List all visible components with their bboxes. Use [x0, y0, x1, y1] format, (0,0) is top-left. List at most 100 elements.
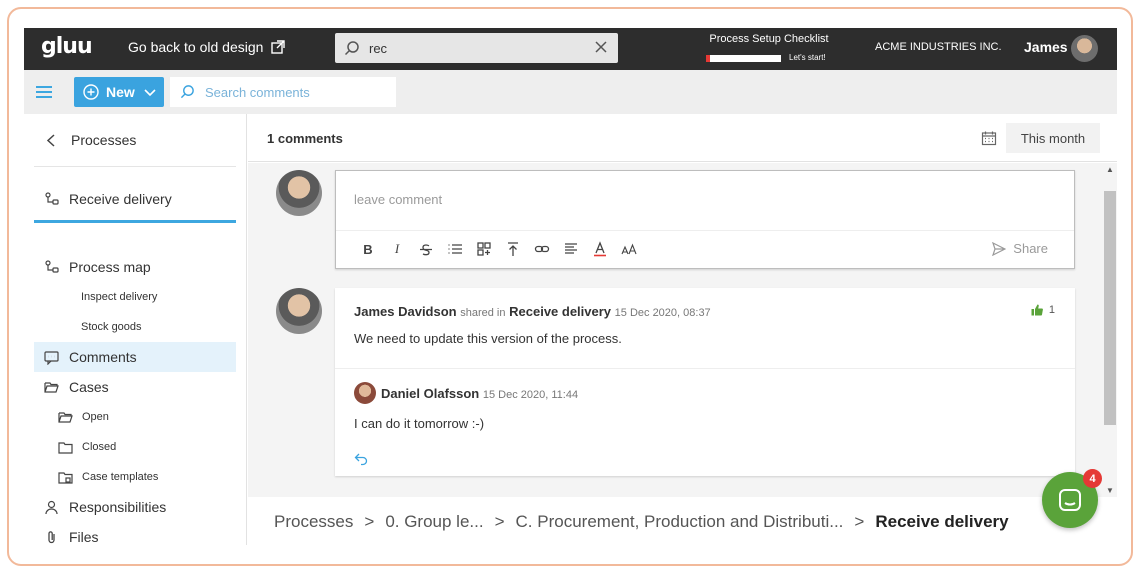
checklist-cta[interactable]: Let's start!	[789, 53, 826, 62]
scroll-down-arrow[interactable]: ▼	[1106, 486, 1114, 495]
chat-launcher[interactable]: 4	[1042, 469, 1102, 528]
breadcrumb-separator: >	[854, 512, 865, 531]
company-name[interactable]: ACME INDUSTRIES INC.	[875, 41, 1002, 53]
comment-feed[interactable]: leave comment B I Share James Davidson s…	[248, 163, 1117, 497]
folder-open-icon	[44, 381, 59, 393]
feed-scrollbar[interactable]: ▲ ▼	[1103, 163, 1117, 497]
chevron-down-icon	[144, 89, 156, 97]
sidebar-item-case-templates[interactable]: Case templates	[34, 462, 236, 492]
breadcrumb-item[interactable]: C. Procurement, Production and Distribut…	[516, 512, 844, 532]
comment-shared-in: shared in	[460, 307, 506, 319]
reply-text: I can do it tomorrow :-)	[354, 416, 485, 431]
new-button[interactable]: New	[74, 77, 164, 107]
sidebar-item-label: Responsibilities	[69, 499, 167, 515]
sidebar-item-label: Stock goods	[81, 321, 142, 333]
top-bar: gluu Go back to old design rec Process S…	[24, 28, 1117, 70]
scrollbar-thumb[interactable]	[1104, 191, 1116, 425]
sidebar-item-comments[interactable]: Comments	[34, 342, 236, 372]
reply-author[interactable]: Daniel Olafsson	[381, 386, 479, 401]
list-icon[interactable]	[447, 240, 463, 258]
current-user-avatar	[276, 170, 322, 216]
comment-timestamp: 15 Dec 2020, 08:37	[614, 307, 711, 319]
font-size-icon[interactable]	[621, 240, 637, 258]
share-button[interactable]: Share	[992, 241, 1048, 256]
calendar-icon[interactable]	[981, 130, 997, 146]
comment-search-input[interactable]: Search comments	[205, 85, 310, 100]
chevron-left-icon	[46, 133, 55, 147]
comment-header: James Davidson shared in Receive deliver…	[354, 304, 711, 319]
search-icon	[180, 85, 194, 99]
bold-button[interactable]: B	[360, 240, 376, 258]
search-icon	[344, 41, 359, 56]
sidebar-item-label: Inspect delivery	[81, 291, 158, 303]
sidebar-item-open-cases[interactable]: Open	[34, 402, 236, 432]
app-logo[interactable]: gluu	[41, 34, 93, 59]
sidebar-item-label: Files	[69, 529, 99, 545]
reply-author-avatar	[354, 382, 376, 404]
action-bar: New Search comments	[24, 70, 1117, 114]
menu-icon[interactable]	[36, 86, 52, 98]
reply-header: Daniel Olafsson 15 Dec 2020, 11:44	[381, 386, 578, 401]
folder-template-icon	[58, 471, 73, 484]
sidebar-item-receive-delivery[interactable]: Receive delivery	[34, 184, 236, 214]
period-filter[interactable]: This month	[1006, 123, 1100, 153]
comment-card: James Davidson shared in Receive deliver…	[335, 288, 1075, 476]
align-left-icon[interactable]	[563, 240, 579, 258]
chat-badge: 4	[1083, 469, 1102, 488]
plus-circle-icon	[83, 84, 99, 100]
new-button-label: New	[106, 84, 135, 100]
format-toolbar: B I	[360, 240, 637, 258]
comment-composer: leave comment B I Share	[335, 170, 1075, 269]
checklist-progress-fill	[706, 55, 710, 62]
external-link-icon	[271, 40, 286, 54]
breadcrumb-item[interactable]: Processes	[274, 512, 353, 532]
sidebar-back-label: Processes	[71, 132, 137, 148]
comments-header: 1 comments This month	[248, 114, 1117, 162]
folder-open-icon	[58, 411, 73, 423]
scroll-up-arrow[interactable]: ▲	[1106, 165, 1114, 174]
upload-icon[interactable]	[505, 240, 521, 258]
sidebar-item-process-map[interactable]: Process map	[34, 252, 236, 282]
sidebar-item-label: Open	[82, 411, 109, 423]
link-icon[interactable]	[534, 240, 550, 258]
comment-input[interactable]: leave comment	[354, 192, 442, 207]
sidebar-item-files[interactable]: Files	[34, 522, 236, 545]
old-design-link[interactable]: Go back to old design	[128, 39, 286, 55]
main-panel: 1 comments This month leave comment B I	[248, 114, 1117, 545]
breadcrumb-separator: >	[494, 512, 505, 531]
old-design-label: Go back to old design	[128, 39, 264, 55]
like-button[interactable]: 1	[1031, 304, 1055, 316]
comment-location[interactable]: Receive delivery	[509, 304, 611, 319]
global-search[interactable]: rec	[335, 33, 618, 63]
sidebar-back-processes[interactable]: Processes	[34, 114, 236, 167]
process-icon	[45, 191, 59, 205]
process-map-icon	[45, 259, 59, 273]
sidebar-item-inspect-delivery[interactable]: Inspect delivery	[34, 282, 236, 312]
sidebar-item-stock-goods[interactable]: Stock goods	[34, 312, 236, 342]
sidebar-item-label: Receive delivery	[69, 191, 172, 207]
sidebar-item-closed-cases[interactable]: Closed	[34, 432, 236, 462]
strikethrough-icon[interactable]	[418, 240, 434, 258]
clear-search-icon[interactable]	[594, 40, 608, 54]
like-count: 1	[1048, 304, 1055, 316]
sidebar-item-cases[interactable]: Cases	[34, 372, 236, 402]
sidebar-item-responsibilities[interactable]: Responsibilities	[34, 492, 236, 522]
setup-checklist[interactable]: Process Setup Checklist Let's start!	[704, 33, 834, 62]
user-name[interactable]: James	[1024, 39, 1068, 55]
table-icon[interactable]	[476, 240, 492, 258]
comment-author[interactable]: James Davidson	[354, 304, 457, 319]
reply-timestamp: 15 Dec 2020, 11:44	[482, 389, 579, 401]
breadcrumb-item[interactable]: 0. Group le...	[385, 512, 483, 532]
comment-search[interactable]: Search comments	[170, 77, 396, 107]
breadcrumb: Processes > 0. Group le... > C. Procurem…	[274, 512, 1009, 532]
text-color-icon[interactable]	[592, 240, 608, 258]
sidebar-item-label: Cases	[69, 379, 109, 395]
reply-icon[interactable]	[354, 452, 368, 466]
global-search-input[interactable]: rec	[369, 41, 387, 56]
user-avatar[interactable]	[1071, 35, 1098, 62]
italic-button[interactable]: I	[389, 240, 405, 258]
sidebar: Processes Receive delivery Process map I…	[24, 114, 247, 545]
send-icon	[992, 241, 1007, 256]
breadcrumb-separator: >	[364, 512, 375, 531]
comment-count: 1 comments	[267, 131, 343, 146]
